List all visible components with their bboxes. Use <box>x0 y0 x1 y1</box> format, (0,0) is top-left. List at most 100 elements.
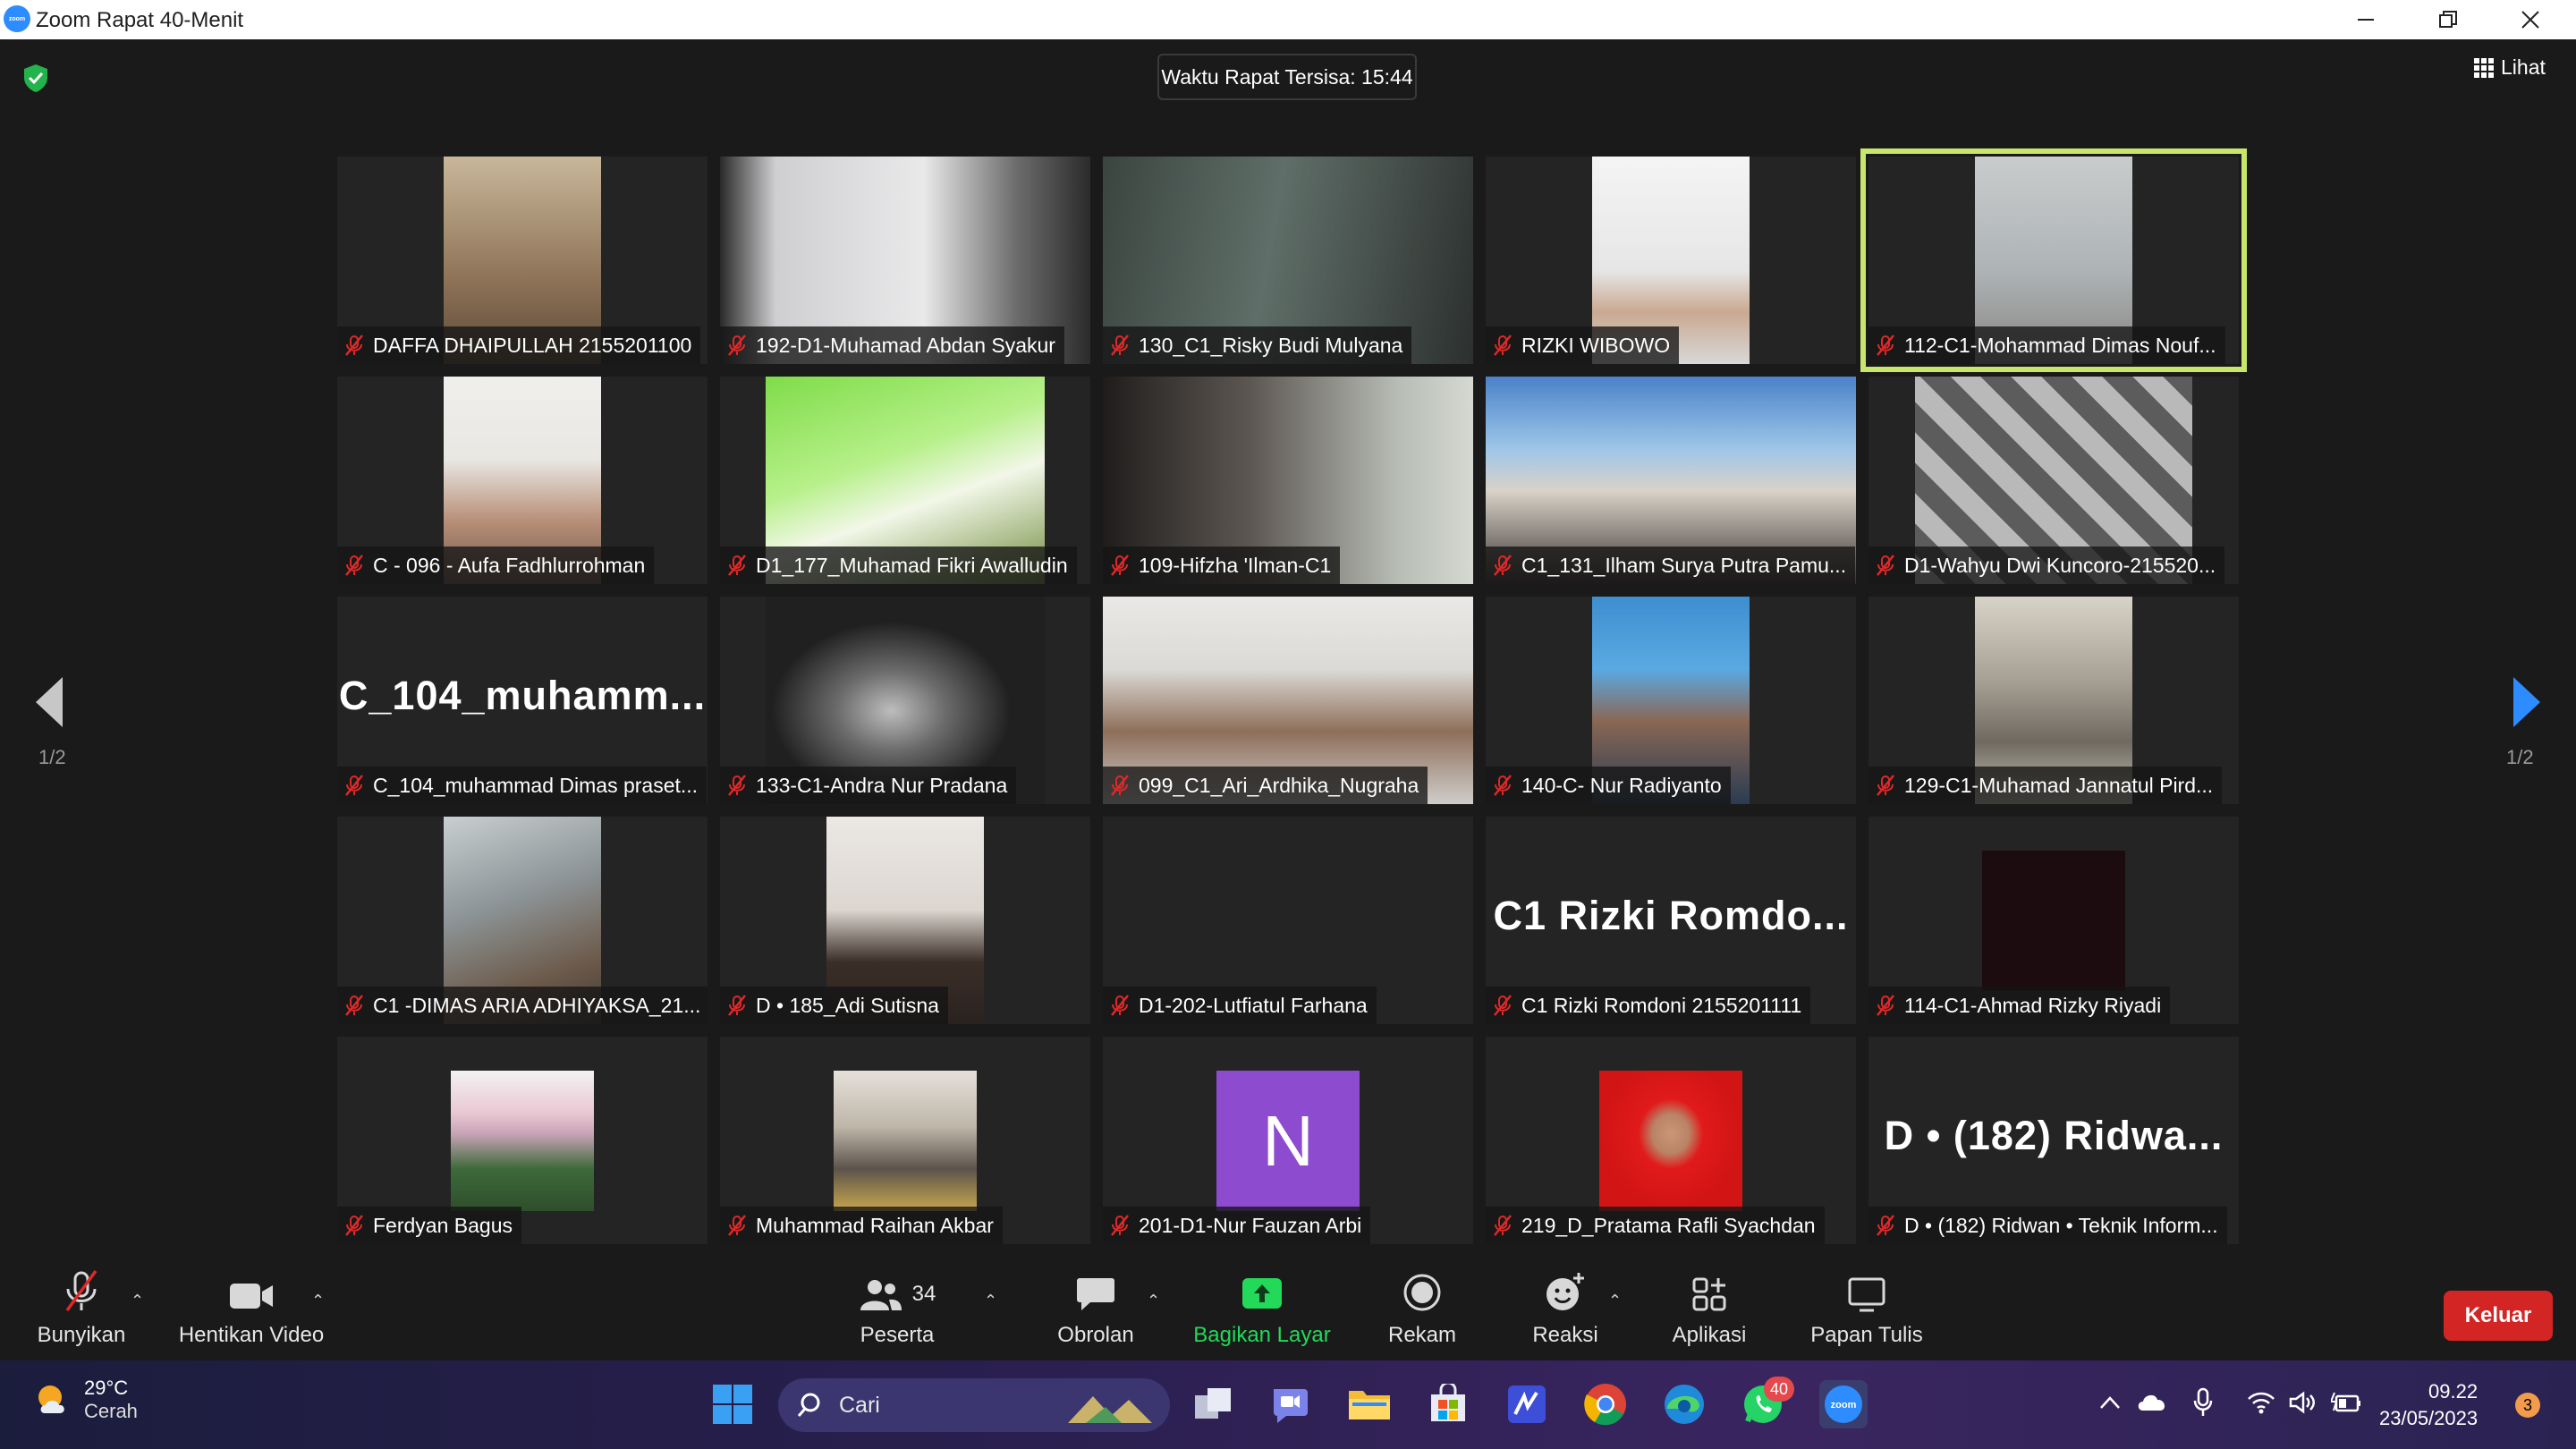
share-screen-button[interactable]: Bagikan Layar <box>1190 1262 1335 1360</box>
stop-video-label: Hentikan Video <box>178 1323 325 1347</box>
participant-tile[interactable]: 109-Hifzha 'Ilman-C1 <box>1103 377 1473 584</box>
restore-button[interactable] <box>2408 0 2488 39</box>
task-view-button[interactable] <box>1190 1380 1238 1428</box>
mic-muted-icon <box>345 775 363 796</box>
search-highlight-illustration-icon <box>1068 1396 1152 1423</box>
microphone-in-use-icon[interactable] <box>2193 1387 2213 1418</box>
page-indicator-right: 1/2 <box>2506 746 2534 768</box>
participant-tile[interactable]: DAFFA DHAIPULLAH 2155201100 <box>337 157 708 364</box>
participant-tile[interactable]: Muhammad Raihan Akbar <box>720 1037 1090 1244</box>
stop-video-button[interactable]: Hentikan Video <box>172 1262 331 1360</box>
video-options-chevron-icon[interactable]: ⌃ <box>311 1292 325 1310</box>
mic-muted-icon <box>1877 775 1894 796</box>
participant-tile[interactable]: Ferdyan Bagus <box>337 1037 708 1244</box>
participant-tile[interactable]: N 201-D1-Nur Fauzan Arbi <box>1103 1037 1473 1244</box>
participant-tile[interactable]: C_104_muhamm... C_104_muhammad Dimas pra… <box>337 597 708 804</box>
system-clock[interactable]: 09.22 23/05/2023 <box>2379 1378 2478 1432</box>
notes-app[interactable] <box>1503 1380 1551 1428</box>
participant-nameplate: RIZKI WIBOWO <box>1486 326 1680 364</box>
battery-charging-icon[interactable] <box>2331 1391 2361 1414</box>
participant-tile[interactable]: C1_131_Ilham Surya Putra Pamu... <box>1486 377 1856 584</box>
participant-nameplate: DAFFA DHAIPULLAH 2155201100 <box>337 326 701 364</box>
participant-tile[interactable]: D1_177_Muhamad Fikri Awalludin <box>720 377 1090 584</box>
participant-tile[interactable]: 219_D_Pratama Rafli Syachdan <box>1486 1037 1856 1244</box>
participant-name: D • (182) Ridwan • Teknik Inform... <box>1904 1213 2218 1237</box>
participant-avatar <box>1982 851 2125 991</box>
volume-icon[interactable] <box>2288 1391 2317 1414</box>
participant-tile[interactable]: 129-C1-Muhamad Jannatul Pird... <box>1868 597 2239 804</box>
edge-app[interactable] <box>1660 1380 1708 1428</box>
mic-muted-icon <box>728 775 746 796</box>
zoom-logo-icon: zoom <box>4 5 30 32</box>
participant-name: D1_177_Muhamad Fikri Awalludin <box>756 553 1068 577</box>
weather-condition: Cerah <box>84 1400 138 1422</box>
participant-name: 099_C1_Ari_Ardhika_Nugraha <box>1139 773 1419 797</box>
reactions-options-chevron-icon[interactable]: ⌃ <box>1608 1292 1622 1310</box>
participant-tile[interactable]: 099_C1_Ari_Ardhika_Nugraha <box>1103 597 1473 804</box>
leave-meeting-button[interactable]: Keluar <box>2444 1291 2553 1341</box>
wifi-icon[interactable] <box>2247 1391 2275 1414</box>
participant-display-name: C1 Rizki Romdo... <box>1493 893 1849 938</box>
partly-cloudy-weather-icon <box>38 1385 64 1413</box>
microsoft-store-icon <box>1431 1384 1465 1421</box>
mic-muted-icon <box>1877 1215 1894 1236</box>
participant-tile[interactable]: D • (182) Ridwa... D • (182) Ridwan • Te… <box>1868 1037 2239 1244</box>
audio-options-chevron-icon[interactable]: ⌃ <box>131 1292 144 1310</box>
previous-page-arrow-icon[interactable] <box>32 675 68 729</box>
zoom-app[interactable]: zoom <box>1819 1380 1868 1428</box>
participant-nameplate: 219_D_Pratama Rafli Syachdan <box>1486 1207 1825 1244</box>
participant-tile[interactable]: C1 -DIMAS ARIA ADHIYAKSA_21... <box>337 817 708 1024</box>
close-button[interactable] <box>2490 0 2571 39</box>
teams-chat-app[interactable] <box>1267 1380 1315 1428</box>
participant-name: Ferdyan Bagus <box>373 1213 513 1237</box>
minimize-button[interactable] <box>2326 0 2406 39</box>
participant-initial-avatar: N <box>1216 1071 1360 1211</box>
windows-taskbar: 29°C Cerah Cari 40 zoom 09.22 23/05/2023… <box>0 1360 2576 1449</box>
participant-nameplate: 099_C1_Ari_Ardhika_Nugraha <box>1103 767 1428 804</box>
whiteboard-button[interactable]: Papan Tulis <box>1807 1262 1927 1360</box>
chrome-app[interactable] <box>1581 1380 1630 1428</box>
weather-widget[interactable]: 29°C Cerah <box>32 1377 138 1423</box>
participant-tile-active-speaker[interactable]: 112-C1-Mohammad Dimas Nouf... <box>1860 148 2247 372</box>
taskbar-search-box[interactable]: Cari <box>778 1378 1170 1432</box>
participant-tile[interactable]: C - 096 - Aufa Fadhlurrohman <box>337 377 708 584</box>
participant-tile[interactable]: D1-Wahyu Dwi Kuncoro-215520... <box>1868 377 2239 584</box>
unmute-button[interactable]: Bunyikan <box>27 1262 136 1360</box>
view-button[interactable]: Lihat <box>2474 55 2546 80</box>
mic-muted-icon <box>345 995 363 1016</box>
mic-muted-icon <box>65 1269 97 1312</box>
participant-tile[interactable]: D1-202-Lutfiatul Farhana <box>1103 817 1473 1024</box>
record-button[interactable]: Rekam <box>1377 1262 1467 1360</box>
chat-options-chevron-icon[interactable]: ⌃ <box>1147 1292 1160 1310</box>
next-page-arrow-icon[interactable] <box>2508 675 2544 729</box>
onedrive-cloud-icon[interactable] <box>2136 1391 2168 1412</box>
mic-muted-icon <box>1494 775 1512 796</box>
participant-tile[interactable]: 192-D1-Muhamad Abdan Syakur <box>720 157 1090 364</box>
show-hidden-icons-chevron-icon[interactable] <box>2098 1394 2122 1411</box>
apps-button[interactable]: Aplikasi <box>1660 1262 1758 1360</box>
participant-tile[interactable]: 114-C1-Ahmad Rizky Riyadi <box>1868 817 2239 1024</box>
participant-name: RIZKI WIBOWO <box>1521 333 1671 357</box>
mic-muted-icon <box>1494 1215 1512 1236</box>
file-explorer-app[interactable] <box>1345 1380 1394 1428</box>
microsoft-store-app[interactable] <box>1424 1380 1472 1428</box>
start-button[interactable] <box>708 1380 757 1428</box>
teams-chat-icon <box>1274 1389 1308 1423</box>
participant-tile[interactable]: 133-C1-Andra Nur Pradana <box>720 597 1090 804</box>
participants-button[interactable]: 34 Peserta <box>848 1262 946 1360</box>
participant-tile[interactable]: 130_C1_Risky Budi Mulyana <box>1103 157 1473 364</box>
participant-tile[interactable]: RIZKI WIBOWO <box>1486 157 1856 364</box>
notification-count-badge[interactable]: 3 <box>2515 1393 2540 1418</box>
participant-tile[interactable]: D • 185_Adi Sutisna <box>720 817 1090 1024</box>
reactions-button[interactable]: Reaksi <box>1521 1262 1610 1360</box>
participant-tile[interactable]: 140-C- Nur Radiyanto <box>1486 597 1856 804</box>
chat-button[interactable]: Obrolan <box>1046 1262 1145 1360</box>
search-placeholder: Cari <box>839 1392 880 1418</box>
windows-logo-icon <box>713 1385 752 1424</box>
apps-icon <box>1692 1277 1726 1311</box>
security-shield-icon[interactable] <box>21 63 50 93</box>
participants-options-chevron-icon[interactable]: ⌃ <box>984 1292 997 1310</box>
participant-tile[interactable]: C1 Rizki Romdo... C1 Rizki Romdoni 21552… <box>1486 817 1856 1024</box>
grid-view-icon <box>2474 57 2494 78</box>
participant-nameplate: C1 -DIMAS ARIA ADHIYAKSA_21... <box>337 987 708 1024</box>
